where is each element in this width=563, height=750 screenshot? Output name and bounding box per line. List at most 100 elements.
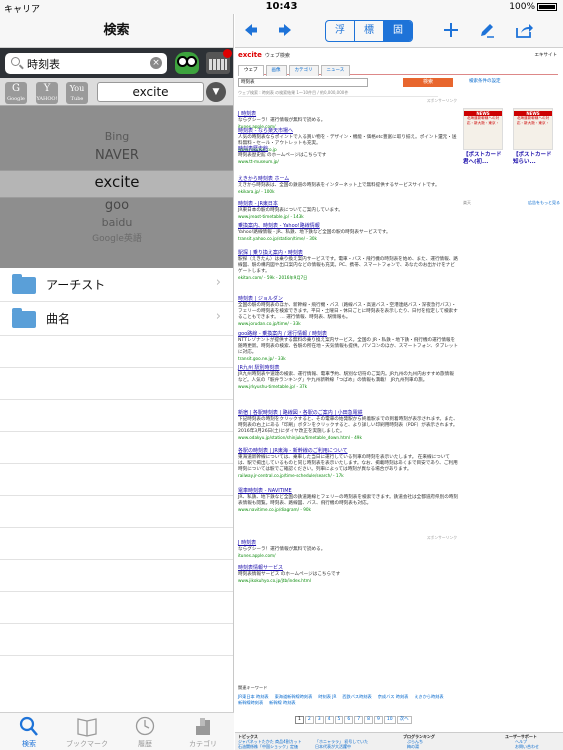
footer-ranking-link[interactable]: 梅の湯: [407, 744, 419, 749]
ad-caption[interactable]: 【ポストカード君へ(初...: [463, 152, 503, 166]
page-link[interactable]: 8: [364, 716, 373, 724]
result-url[interactable]: www.jikokuhyo.co.jp/jtb/index.html: [238, 578, 458, 584]
result-url[interactable]: www.jorudan.co.jp/time/ - 33k: [238, 321, 458, 327]
frog-icon[interactable]: [175, 52, 199, 74]
search-result[interactable]: 時刻表歴史館 時刻表歴史館 のホームページはこちらです www.tt-museum.…: [238, 146, 458, 165]
plus-icon[interactable]: [443, 22, 459, 42]
page-link[interactable]: 10: [383, 716, 396, 724]
related-keyword-link[interactable]: 時刻表 JR: [318, 694, 336, 700]
result-title[interactable]: J 時刻表: [238, 540, 458, 547]
web-content[interactable]: excite ウェブ検索 エキサイト ウェブ 画像 カテゴリ ニュース 時刻表 検索 検…: [235, 48, 563, 750]
web-tab[interactable]: ニュース: [320, 65, 351, 76]
page-link[interactable]: 4: [324, 716, 334, 724]
result-url[interactable]: transit.goo.ne.jp/ - 33k: [238, 356, 458, 362]
result-url[interactable]: transit.yahoo.co.jp/station/time/ - 30k: [238, 236, 458, 242]
google-icon[interactable]: G Google: [5, 82, 27, 104]
result-url[interactable]: www.jrkyushu-timetable.jp/ - 37k: [238, 384, 458, 390]
yahoo-icon[interactable]: Y YAHOO!: [36, 82, 58, 104]
picker-item[interactable]: baidu: [0, 216, 233, 229]
picker-item[interactable]: NAVER: [0, 148, 233, 163]
result-title[interactable]: 時刻表情報サービス: [238, 565, 458, 572]
result-title[interactable]: えきから時刻表 ホーム: [238, 176, 458, 183]
related-keyword-link[interactable]: 新幹線時刻表: [238, 700, 263, 706]
youtube-icon[interactable]: You Tube: [66, 82, 88, 104]
engine-picker[interactable]: Bing NAVER excite goo baidu Google英語: [0, 106, 233, 268]
page-link[interactable]: 次へ: [396, 716, 412, 724]
tab-bookmark[interactable]: ブックマーク: [58, 716, 116, 749]
dropdown-toggle-icon[interactable]: ▼: [206, 82, 226, 102]
web-search-button[interactable]: 検索: [403, 78, 453, 87]
tab-category[interactable]: カテゴリ: [174, 716, 232, 749]
picker-item-selected[interactable]: excite: [0, 173, 233, 191]
search-result[interactable]: 時刻表 - JR東日本 JR東日本の駅の時刻表についてご案内しています。 www.j…: [238, 201, 458, 220]
ad-item[interactable]: NEWS 北海道新幹線への対応・新大阪・東京・ 【ポストカード知らい...: [513, 108, 553, 166]
related-keyword-link[interactable]: えきから時刻表: [414, 694, 443, 700]
result-title[interactable]: J 時刻表: [238, 111, 458, 118]
related-keyword-link[interactable]: 西鉄バス時刻表: [342, 694, 371, 700]
ad-more-link[interactable]: 広告をもっと見る: [528, 200, 560, 206]
result-url[interactable]: ekikara.jp/ - 100k: [238, 189, 458, 195]
page-link[interactable]: 6: [344, 716, 354, 724]
search-result[interactable]: 駅探 | 乗り換え案内・時刻表 駅探（えきたん）は乗り換え案内サービスです。電車・…: [238, 250, 458, 281]
search-result[interactable]: goo路線 - 乗換案内 / 運行情報 / 時刻表 NTTレゾナントが提供する無料…: [238, 331, 458, 362]
tab-history[interactable]: 履歴: [116, 716, 174, 749]
result-title[interactable]: 時刻表 | ジョルダン: [238, 296, 458, 303]
search-result[interactable]: えきから時刻表 ホーム えきから時刻表は、全国の鉄道の時刻表をインターネット上で無…: [238, 176, 458, 195]
result-title[interactable]: 駅探 | 乗り換え案内・時刻表: [238, 250, 458, 257]
result-title[interactable]: 時刻表歴史館: [238, 146, 458, 153]
excite-logo[interactable]: excite ウェブ検索: [238, 52, 290, 60]
footer-topic-link[interactable]: 日本代表が大活躍中: [315, 744, 351, 749]
search-result[interactable]: 電車時刻表 - NAVITIME JR、私鉄、地下鉄など全国の鉄道路線とフェリーの…: [238, 488, 458, 513]
web-search-input[interactable]: 時刻表: [238, 78, 368, 87]
result-title[interactable]: JR九州 駅別時刻表: [238, 365, 458, 372]
result-url[interactable]: railway.jr-central.co.jp/time-schedule/s…: [238, 473, 458, 479]
picker-item[interactable]: Google英語: [0, 231, 233, 244]
ad-item[interactable]: NEWS 北海道新幹線への対応・新大阪・東京・ 【ポストカード君へ(初...: [463, 108, 503, 166]
result-title[interactable]: 乗換案内、時刻表 - Yahoo!路線情報: [238, 223, 458, 230]
back-arrow-icon[interactable]: [243, 22, 259, 42]
page-link[interactable]: 9: [374, 716, 383, 724]
related-keyword-link[interactable]: 新幹線 時刻表: [269, 700, 295, 706]
page-link[interactable]: 7: [354, 716, 364, 724]
share-icon[interactable]: [515, 22, 533, 42]
footer-support-link[interactable]: お問い合わせ: [515, 744, 539, 749]
result-title[interactable]: goo路線 - 乗換案内 / 運行情報 / 時刻表: [238, 331, 458, 338]
page-link[interactable]: 3: [314, 716, 324, 724]
result-url[interactable]: www.navitime.co.jp/diagram/ - 90k: [238, 507, 458, 513]
segment-float[interactable]: 浮: [326, 21, 355, 41]
page-link[interactable]: 5: [334, 716, 344, 724]
footer-topic-link[interactable]: 石油関係株「中国ショック」定価: [238, 744, 298, 749]
display-mode-segment[interactable]: 浮 標 固: [325, 20, 413, 42]
list-item-song[interactable]: 曲名 ›: [0, 302, 233, 336]
search-result[interactable]: 乗換案内、時刻表 - Yahoo!路線情報 Yahoo!路線情報 - JR、私鉄、…: [238, 223, 458, 242]
result-url[interactable]: www.odakyu.jp/station/shinjuku/timetable…: [238, 435, 458, 441]
picker-item[interactable]: goo: [0, 198, 233, 213]
list-item-artist[interactable]: アーチスト ›: [0, 268, 233, 302]
result-title[interactable]: 時刻表 - JR東日本: [238, 201, 458, 208]
related-keyword-link[interactable]: 京成バス 時刻表: [378, 694, 409, 700]
web-tab[interactable]: ウェブ: [238, 65, 264, 76]
forward-arrow-icon[interactable]: [277, 22, 293, 42]
web-tab[interactable]: 画像: [265, 65, 287, 76]
ad-caption[interactable]: 【ポストカード知らい...: [513, 152, 553, 166]
result-title[interactable]: 時刻表 - なら楽天市場へ: [238, 128, 458, 135]
result-title[interactable]: 新宿 | 各駅時刻表 | 路線図・各駅のご案内 | 小田急電鉄: [238, 410, 458, 417]
picker-item[interactable]: Bing: [0, 130, 233, 143]
advanced-search-link[interactable]: 検索条件の設定: [469, 79, 501, 85]
edit-icon[interactable]: [479, 22, 495, 42]
tab-search[interactable]: 検索: [0, 716, 58, 749]
search-result[interactable]: 時刻表情報サービス 時刻表情報サービス のホームページはこちらです www.jiko…: [238, 565, 458, 584]
segment-fixed[interactable]: 固: [384, 21, 412, 41]
engine-select[interactable]: excite: [97, 82, 204, 102]
search-input[interactable]: 時刻表 ×: [5, 53, 167, 74]
result-url[interactable]: www.tt-museum.jp/: [238, 159, 458, 165]
clear-icon[interactable]: ×: [150, 57, 162, 69]
result-url[interactable]: ekitan.com/ - 59k - 2016年9月7日: [238, 275, 458, 281]
search-result[interactable]: J 時刻表 ならグシーラ！運行情報が無料で読める。 itunes.apple.com…: [238, 540, 458, 559]
result-url[interactable]: www.jreast-timetable.jp/ - 143k: [238, 214, 458, 220]
segment-standard[interactable]: 標: [355, 21, 384, 41]
page-link[interactable]: 2: [304, 716, 314, 724]
site-link[interactable]: エキサイト: [535, 53, 558, 59]
search-result[interactable]: 時刻表 | ジョルダン 全国の駅の時刻表のほか、新幹線・飛行機・バス（路線バス・高…: [238, 296, 458, 327]
search-result[interactable]: 各駅の時刻表 | JR東海 - 新幹線のご利用について 東海道新幹線については、乗…: [238, 448, 458, 479]
